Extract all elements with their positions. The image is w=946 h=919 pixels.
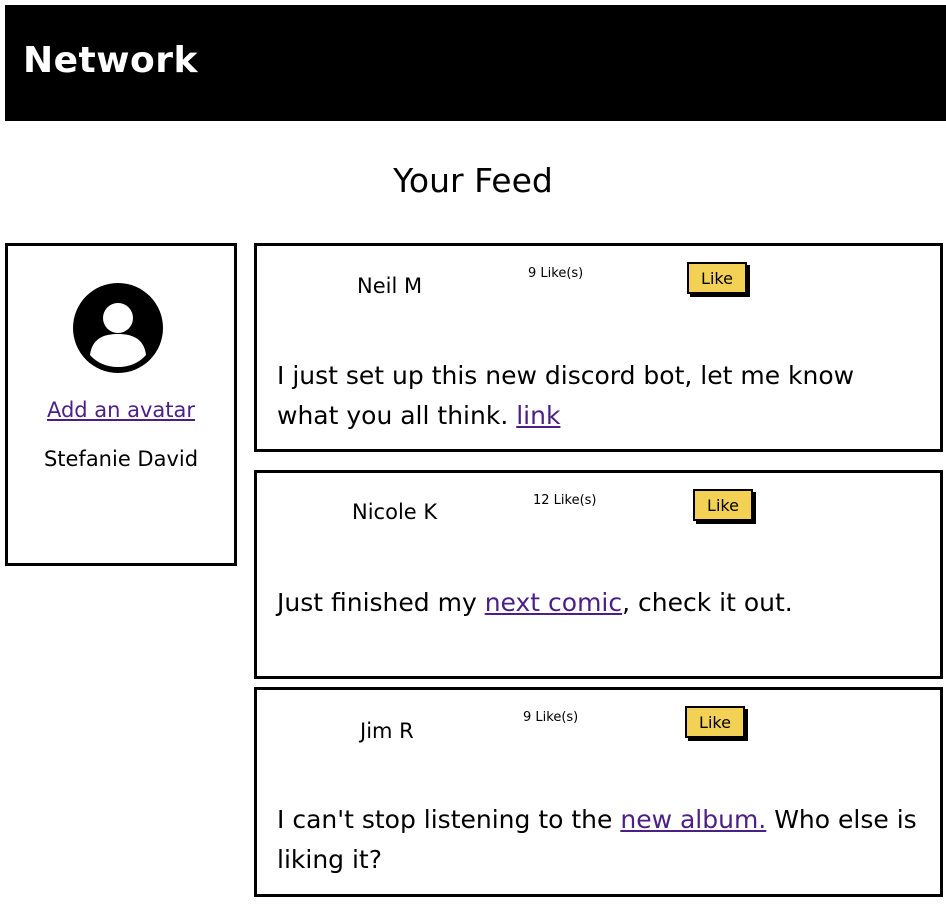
post-text-part: I just set up this new discord bot, let … bbox=[277, 361, 855, 430]
post-text: I just set up this new discord bot, let … bbox=[277, 356, 917, 436]
top-navbar: Network bbox=[5, 5, 946, 121]
post-card: Nicole K 12 Like(s) Like Just finished m… bbox=[254, 470, 943, 679]
post-link[interactable]: link bbox=[516, 401, 560, 430]
post-like-count: 9 Like(s) bbox=[528, 266, 584, 281]
post-author: Neil M bbox=[357, 274, 423, 298]
post-author: Jim R bbox=[360, 719, 414, 743]
profile-card: Add an avatar Stefanie David bbox=[5, 243, 237, 566]
post-text-part: Just finished my bbox=[277, 588, 485, 617]
post-text-part: , check it out. bbox=[622, 588, 793, 617]
profile-name: Stefanie David bbox=[43, 447, 199, 471]
like-button[interactable]: Like bbox=[685, 706, 745, 738]
brand-logo[interactable]: Network bbox=[23, 43, 198, 79]
post-author: Nicole K bbox=[352, 500, 438, 524]
page-title: Your Feed bbox=[393, 161, 553, 200]
post-card: Neil M 9 Like(s) Like I just set up this… bbox=[254, 243, 943, 452]
add-avatar-link[interactable]: Add an avatar bbox=[8, 398, 234, 422]
post-link[interactable]: new album. bbox=[620, 805, 766, 834]
post-like-count: 12 Like(s) bbox=[533, 493, 597, 508]
post-card: Jim R 9 Like(s) Like I can't stop listen… bbox=[254, 687, 943, 897]
post-text-part: I can't stop listening to the bbox=[277, 805, 621, 834]
post-like-count: 9 Like(s) bbox=[523, 710, 579, 725]
post-text: Just finished my next comic, check it ou… bbox=[277, 583, 917, 623]
like-button[interactable]: Like bbox=[693, 489, 753, 521]
user-avatar-icon bbox=[73, 283, 163, 373]
like-button[interactable]: Like bbox=[687, 262, 747, 294]
post-text: I can't stop listening to the new album.… bbox=[277, 800, 917, 880]
post-link[interactable]: next comic bbox=[485, 588, 622, 617]
